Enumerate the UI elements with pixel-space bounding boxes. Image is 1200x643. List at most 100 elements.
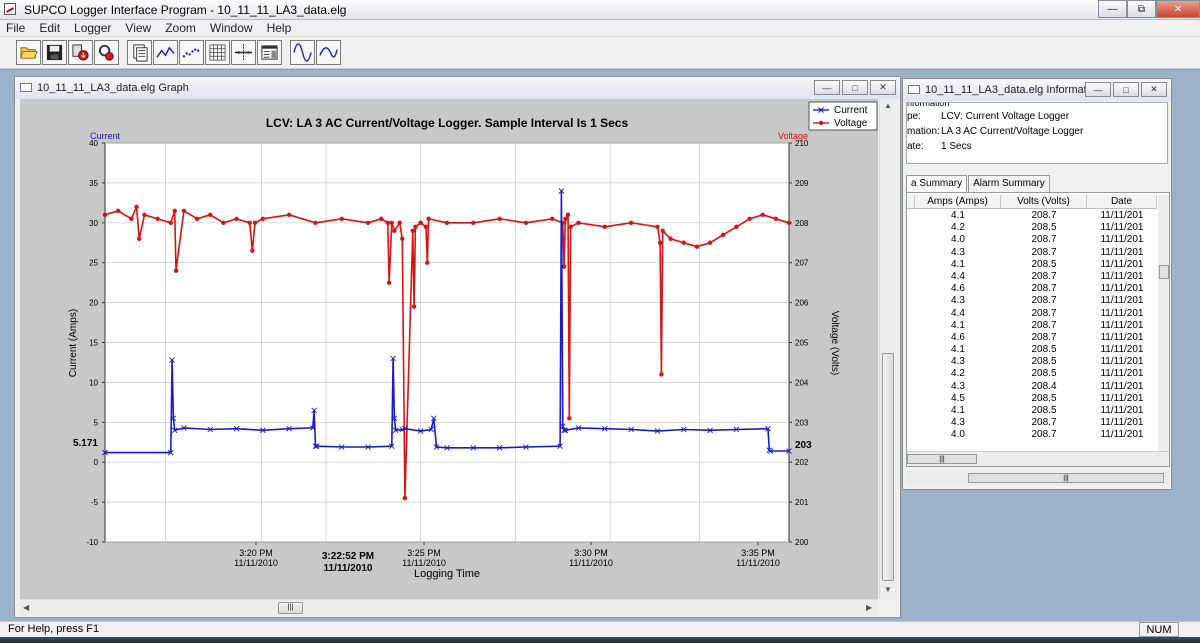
info-restore-button[interactable]: □ xyxy=(1113,82,1139,97)
open-folder-icon[interactable] xyxy=(16,40,41,65)
graph-close-button[interactable]: ✕ xyxy=(870,80,896,95)
graph-window-titlebar[interactable]: 10_11_11_LA3_data.elg Graph — □ ✕ xyxy=(15,77,900,99)
x-axis-label: Logging Time xyxy=(414,568,480,580)
table-row[interactable]: 4.2 208.5 11/11/201 xyxy=(907,222,1157,234)
x-tick-label: 3:30 PM xyxy=(574,548,608,558)
table-row[interactable]: 4.3 208.7 11/11/201 xyxy=(907,417,1157,429)
tab-alarm-summary[interactable]: Alarm Summary xyxy=(968,175,1050,193)
app-minimize-button[interactable]: — xyxy=(1098,0,1127,18)
scroll-right-arrow-icon[interactable]: ▶ xyxy=(866,603,872,612)
menu-zoom[interactable]: Zoom xyxy=(165,21,196,35)
info-minimize-button[interactable]: — xyxy=(1085,82,1111,97)
graph-horizontal-scrollbar[interactable]: ◀ ||| ▶ xyxy=(20,599,878,616)
app-close-button[interactable]: ✕ xyxy=(1156,0,1200,18)
table-row[interactable]: 4.1 208.5 11/11/201 xyxy=(907,405,1157,417)
setup-logger-icon[interactable] xyxy=(94,40,119,65)
table-cell: 208.4 xyxy=(1031,380,1057,392)
info-panel-icon[interactable] xyxy=(257,40,282,65)
table-row[interactable]: 4.1 208.5 11/11/201 xyxy=(907,259,1157,271)
menu-window[interactable]: Window xyxy=(210,21,253,35)
voltage-series-point xyxy=(410,228,415,233)
voltage-series-point xyxy=(426,216,431,222)
y-tick-label: 0 xyxy=(94,458,99,467)
voltage-series-point xyxy=(425,260,430,265)
info-window-titlebar[interactable]: 10_11_11_LA3_data.elg Information — □ ✕ xyxy=(903,79,1171,101)
table-row[interactable]: 4.3 208.4 11/11/201 xyxy=(907,381,1157,393)
chart[interactable]: LCV: LA 3 AC Current/Voltage Logger. Sam… xyxy=(20,99,878,599)
table-cell: 11/11/201 xyxy=(1100,392,1144,404)
data-summary-panel: Amps (Amps) Volts (Volts) Date 4.1 208.7 1… xyxy=(906,192,1170,467)
table-vertical-scrollbar[interactable] xyxy=(1158,195,1169,451)
table-row[interactable]: 4.3 208.5 11/11/201 xyxy=(907,356,1157,368)
voltage-series-point xyxy=(339,216,344,222)
column-header-volts[interactable]: Volts (Volts) xyxy=(1001,195,1087,209)
table-cell: 208.5 xyxy=(1031,356,1057,368)
table-row[interactable]: 4.0 208.7 11/11/201 xyxy=(907,234,1157,246)
table-cell: 11/11/201 xyxy=(1100,368,1144,380)
menu-file[interactable]: File xyxy=(6,21,25,35)
table-cell xyxy=(907,295,915,307)
dotted-graph-icon[interactable] xyxy=(179,40,204,65)
chart-panel[interactable]: LCV: LA 3 AC Current/Voltage Logger. Sam… xyxy=(20,99,878,599)
graph-vertical-scrollbar[interactable]: ▲ ▼ xyxy=(879,99,896,599)
info-field-rate: ate: 1 Secs xyxy=(907,141,1167,155)
graph-minimize-button[interactable]: — xyxy=(814,80,840,95)
table-row[interactable]: 4.5 208.5 11/11/201 xyxy=(907,393,1157,405)
document-view-icon[interactable] xyxy=(127,40,152,65)
scroll-up-arrow-icon[interactable]: ▲ xyxy=(884,101,892,110)
table-row[interactable]: 4.1 208.7 11/11/201 xyxy=(907,320,1157,332)
voltage-series-point xyxy=(221,220,226,225)
scroll-left-arrow-icon[interactable]: ◀ xyxy=(23,603,29,612)
taskbar-strip xyxy=(0,637,1200,643)
table-row[interactable]: 4.1 208.5 11/11/201 xyxy=(907,344,1157,356)
y-tick-label: 15 xyxy=(89,339,98,348)
sine-wave-icon[interactable] xyxy=(290,40,315,65)
graph-hscroll-thumb[interactable]: ||| xyxy=(278,602,303,614)
menu-edit[interactable]: Edit xyxy=(39,21,60,35)
table-row[interactable]: 4.4 208.7 11/11/201 xyxy=(907,271,1157,283)
graph-vscroll-thumb[interactable] xyxy=(882,353,894,581)
table-cell: 208.7 xyxy=(1031,234,1057,246)
table-row[interactable]: 4.6 208.7 11/11/201 xyxy=(907,283,1157,295)
info-horizontal-scrollbar[interactable]: ||| xyxy=(906,471,1170,486)
save-disk-icon[interactable] xyxy=(42,40,67,65)
cursor-crosshair-icon[interactable] xyxy=(231,40,256,65)
graph-restore-button[interactable]: □ xyxy=(842,80,868,95)
voltage-series-point xyxy=(786,220,792,225)
y2-tick-label: 205 xyxy=(795,339,809,348)
column-header-date[interactable]: Date xyxy=(1087,195,1157,209)
table-cell: 208.7 xyxy=(1031,246,1057,258)
menu-logger[interactable]: Logger xyxy=(74,21,111,35)
table-row[interactable]: 4.3 208.7 11/11/201 xyxy=(907,295,1157,307)
table-row[interactable]: 4.1 208.7 11/11/201 xyxy=(907,210,1157,222)
column-header-amps[interactable]: Amps (Amps) xyxy=(915,195,1001,209)
table-cell: 4.2 xyxy=(951,222,965,234)
voltage-series-point xyxy=(172,208,177,214)
menu-help[interactable]: Help xyxy=(267,21,292,35)
wave-icon[interactable] xyxy=(316,40,341,65)
grid-icon[interactable] xyxy=(205,40,230,65)
table-hscroll-thumb[interactable]: ||| xyxy=(907,454,977,464)
app-restore-button[interactable]: ⧉ xyxy=(1127,0,1156,18)
scroll-down-arrow-icon[interactable]: ▼ xyxy=(884,585,892,594)
legend-voltage-label: Voltage xyxy=(834,118,868,129)
info-hscroll-thumb[interactable]: ||| xyxy=(968,473,1164,483)
table-row[interactable]: 4.2 208.5 11/11/201 xyxy=(907,368,1157,380)
status-help-text: For Help, press F1 xyxy=(8,623,100,635)
table-row[interactable]: 4.4 208.7 11/11/201 xyxy=(907,308,1157,320)
table-cell: 208.7 xyxy=(1031,417,1057,429)
table-row[interactable]: 4.6 208.7 11/11/201 xyxy=(907,332,1157,344)
download-logger-icon[interactable] xyxy=(68,40,93,65)
voltage-series-point xyxy=(576,220,581,225)
table-vscroll-thumb[interactable] xyxy=(1159,265,1169,279)
table-cell xyxy=(907,344,915,356)
status-num-indicator: NUM xyxy=(1139,622,1179,637)
tab-data-summary[interactable]: a Summary xyxy=(906,175,968,193)
table-row[interactable]: 4.0 208.7 11/11/201 xyxy=(907,429,1157,441)
menu-view[interactable]: View xyxy=(125,21,151,35)
line-graph-icon[interactable] xyxy=(153,40,178,65)
table-horizontal-scrollbar[interactable]: ||| xyxy=(907,451,1169,466)
table-row[interactable]: 4.3 208.7 11/11/201 xyxy=(907,247,1157,259)
info-close-button[interactable]: ✕ xyxy=(1141,82,1167,97)
info-window: 10_11_11_LA3_data.elg Information — □ ✕ … xyxy=(902,78,1172,490)
